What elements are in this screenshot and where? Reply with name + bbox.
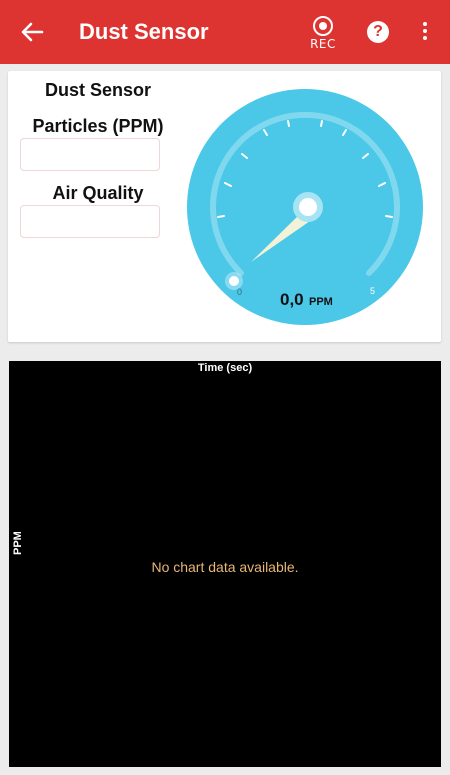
ppm-chart[interactable]: Time (sec) PPM No chart data available. xyxy=(9,361,441,767)
air-quality-field[interactable] xyxy=(20,205,160,238)
more-vert-icon[interactable] xyxy=(414,22,436,44)
gauge-value: 0,0 xyxy=(280,290,304,309)
page-title: Dust Sensor xyxy=(79,19,209,44)
gauge-min-label: 0 xyxy=(237,287,242,297)
record-icon xyxy=(313,16,333,36)
gauge-marker xyxy=(229,276,239,286)
chart-y-label: PPM xyxy=(12,531,24,555)
ppm-gauge: 0 5 0,0 PPM xyxy=(187,89,423,325)
gauge-unit: PPM xyxy=(309,296,333,308)
arrow-back-icon[interactable] xyxy=(18,18,46,46)
record-button[interactable]: REC xyxy=(304,16,342,54)
chart-title: Time (sec) xyxy=(197,362,253,374)
gauge-hub xyxy=(299,198,317,216)
particles-field[interactable] xyxy=(20,138,160,171)
sensor-card: Dust Sensor Particles (PPM) Air Quality … xyxy=(8,71,441,342)
record-label: REC xyxy=(310,37,336,51)
help-icon[interactable]: ? xyxy=(367,21,389,43)
sensor-heading: Dust Sensor xyxy=(44,80,152,100)
app-bar: Dust Sensor REC ? xyxy=(0,0,450,64)
chart-empty-message: No chart data available. xyxy=(151,559,299,575)
air-quality-label: Air Quality xyxy=(52,183,144,203)
particles-label: Particles (PPM) xyxy=(32,116,164,136)
gauge-max-label: 5 xyxy=(370,286,375,296)
